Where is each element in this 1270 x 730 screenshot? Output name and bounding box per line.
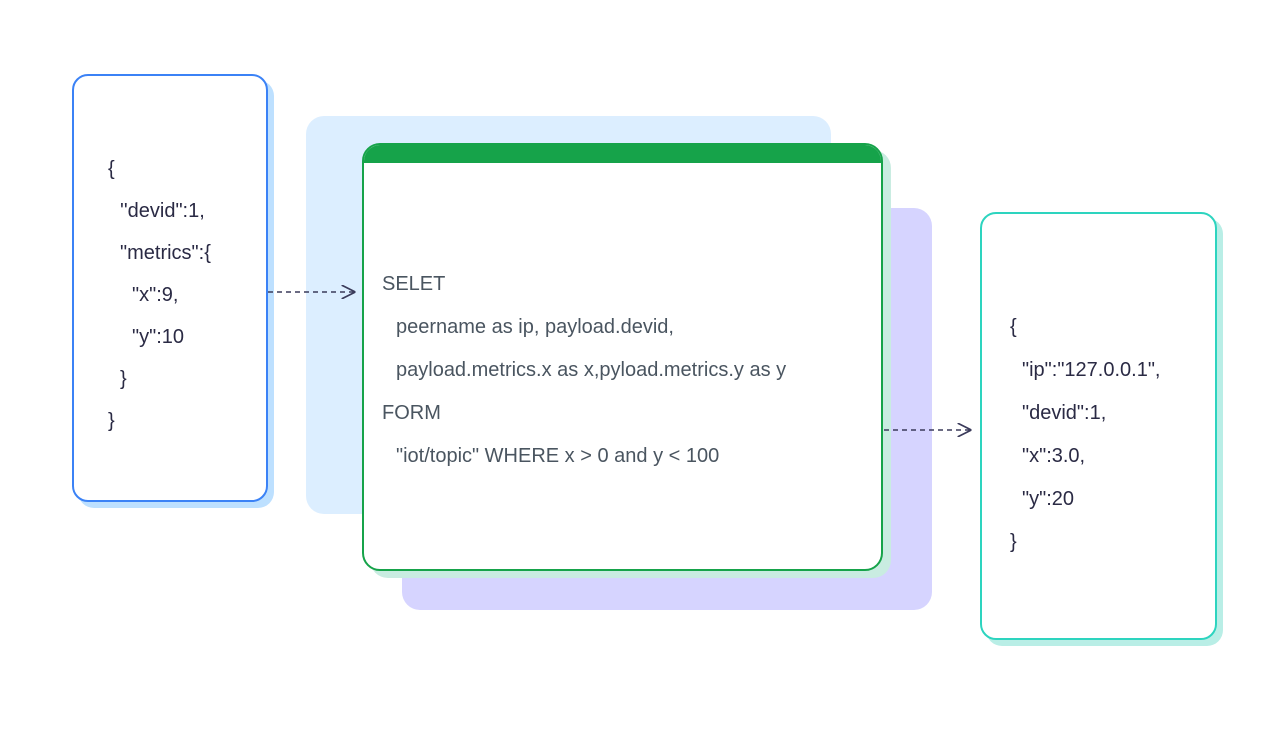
sql-body: SELET peername as ip, payload.devid, pay… bbox=[364, 163, 881, 502]
output-line: { bbox=[1010, 306, 1197, 349]
sql-line: peername as ip, payload.devid, bbox=[382, 306, 863, 349]
sql-line: "iot/topic" WHERE x > 0 and y < 100 bbox=[382, 435, 863, 478]
input-line: "metrics":{ bbox=[108, 232, 240, 274]
input-line: "x":9, bbox=[108, 274, 240, 316]
input-line: ''devid":1, bbox=[108, 190, 240, 232]
arrow-sql-to-output bbox=[884, 422, 980, 438]
sql-line: payload.metrics.x as x,pyload.metrics.y … bbox=[382, 349, 863, 392]
output-json-box: { "ip":"127.0.0.1", "devid":1, "x":3.0, … bbox=[980, 212, 1217, 640]
sql-line: SELET bbox=[382, 263, 863, 306]
sql-window: SELET peername as ip, payload.devid, pay… bbox=[362, 143, 883, 571]
arrow-input-to-sql bbox=[268, 284, 364, 300]
input-line: "y":10 bbox=[108, 316, 240, 358]
sql-titlebar bbox=[364, 145, 881, 163]
output-line: "ip":"127.0.0.1", bbox=[1010, 349, 1197, 392]
output-line: "x":3.0, bbox=[1010, 435, 1197, 478]
input-line: { bbox=[108, 148, 240, 190]
output-line: "devid":1, bbox=[1010, 392, 1197, 435]
output-line: "y":20 bbox=[1010, 478, 1197, 521]
input-line: } bbox=[108, 400, 240, 442]
input-line: } bbox=[108, 358, 240, 400]
output-line: } bbox=[1010, 521, 1197, 564]
input-json-box: { ''devid":1, "metrics":{ "x":9, "y":10 … bbox=[72, 74, 268, 502]
diagram-canvas: { ''devid":1, "metrics":{ "x":9, "y":10 … bbox=[0, 0, 1270, 730]
sql-line: FORM bbox=[382, 392, 863, 435]
